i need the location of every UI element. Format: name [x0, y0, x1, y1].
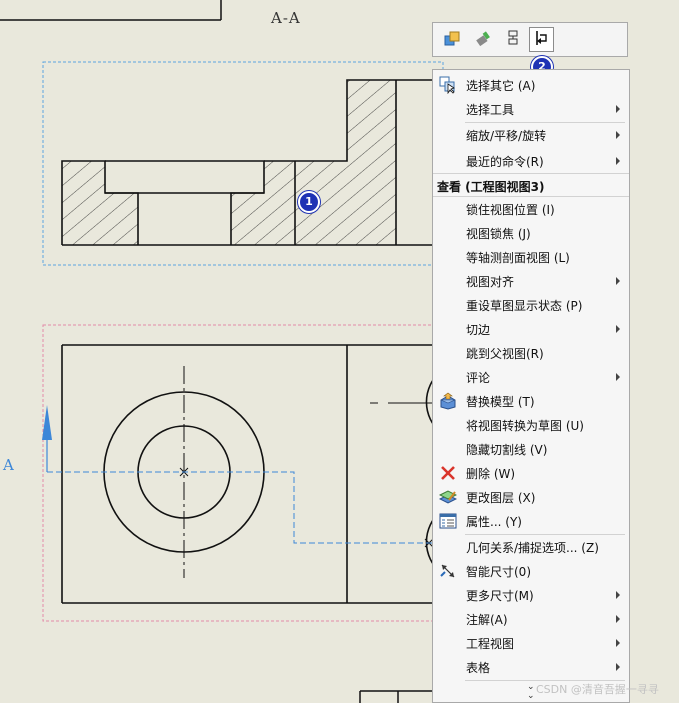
- menu-item-replace-model[interactable]: 替换模型 (T): [433, 389, 629, 413]
- view-align-icon: [504, 29, 522, 51]
- change-layer-icon: [438, 487, 458, 507]
- delete-icon: [438, 463, 458, 483]
- menu-item-relations-snap-options[interactable]: 几何关系/捕捉选项... (Z): [433, 535, 629, 559]
- section-view-title: A-A: [271, 9, 301, 27]
- menu-item-tangent-edge[interactable]: 切边: [433, 317, 629, 341]
- menu-item-more-dimensions[interactable]: 更多尺寸(M): [433, 583, 629, 607]
- menu-item-label: 重设草图显示状态 (P): [466, 298, 583, 313]
- menu-item-label: 删除 (W): [466, 466, 516, 481]
- toolbar-button-flip-view[interactable]: [529, 27, 554, 52]
- menu-item-convert-view-to-sketch[interactable]: 将视图转换为草图 (U): [433, 413, 629, 437]
- menu-item-label: 替换模型 (T): [466, 394, 535, 409]
- menu-item-label: 属性... (Y): [466, 514, 522, 529]
- menu-item-view-lock-focus[interactable]: 视图锁焦 (J): [433, 221, 629, 245]
- menu-item-lock-view-position[interactable]: 锁住视图位置 (I): [433, 197, 629, 221]
- watermark: CSDN @清音吾握一寻寻: [536, 683, 659, 696]
- submenu-arrow-icon: [616, 591, 620, 599]
- menu-item-label: 视图对齐: [466, 274, 515, 289]
- menu-separator: [433, 173, 629, 174]
- smart-dimension-icon: [438, 561, 458, 581]
- menu-section-header: 查看 (工程图视图3): [437, 180, 545, 194]
- menu-item-label: 将视图转换为草图 (U): [466, 418, 584, 433]
- callout-badge-1: 1: [298, 191, 320, 213]
- menu-item-label: 智能尺寸(0): [466, 564, 531, 579]
- submenu-arrow-icon: [616, 105, 620, 113]
- menu-item-label: 跳到父视图(R): [466, 346, 544, 361]
- menu-item-label: 等轴测剖面视图 (L): [466, 250, 570, 265]
- top-view-boundary[interactable]: [42, 324, 444, 622]
- menu-item-recent-commands[interactable]: 最近的命令(R): [433, 149, 629, 173]
- menu-item-label: 工程视图: [466, 636, 515, 651]
- submenu-arrow-icon: [616, 615, 620, 623]
- menu-item-tables[interactable]: 表格: [433, 655, 629, 679]
- rebuild-icon: [474, 29, 492, 51]
- cutting-line-label: A: [3, 456, 14, 474]
- menu-item-label: 更改图层 (X): [466, 490, 536, 505]
- menu-item-select-tools[interactable]: 选择工具: [433, 97, 629, 121]
- submenu-arrow-icon: [616, 157, 620, 165]
- submenu-arrow-icon: [616, 373, 620, 381]
- menu-item-label: 选择其它 (A): [466, 78, 536, 93]
- menu-item-delete[interactable]: 删除 (W): [433, 461, 629, 485]
- context-menu: 选择其它 (A) 选择工具 缩放/平移/旋转 最近的命令(R) 查看 (工程图视…: [432, 69, 630, 703]
- menu-item-label: 缩放/平移/旋转: [466, 128, 547, 143]
- menu-item-label: 隐藏切割线 (V): [466, 442, 548, 457]
- menu-item-label: 选择工具: [466, 102, 515, 117]
- replace-model-icon: [438, 391, 458, 411]
- context-toolbar: [432, 22, 628, 57]
- title-block-fragment: [0, 0, 222, 21]
- submenu-arrow-icon: [616, 131, 620, 139]
- flip-view-direction-icon: [533, 29, 551, 51]
- select-other-tool-icon: [443, 29, 461, 51]
- menu-item-label: 更多尺寸(M): [466, 588, 534, 603]
- expand-menu-chevron-icon[interactable]: ⌄ ⌄: [527, 683, 535, 701]
- menu-item-hide-cutting-line[interactable]: 隐藏切割线 (V): [433, 437, 629, 461]
- menu-item-label: 最近的命令(R): [466, 154, 544, 169]
- submenu-arrow-icon: [616, 277, 620, 285]
- menu-item-reset-sketch-display[interactable]: 重设草图显示状态 (P): [433, 293, 629, 317]
- menu-item-label: 注解(A): [466, 612, 508, 627]
- menu-item-label: 视图锁焦 (J): [466, 226, 531, 241]
- menu-item-annotations[interactable]: 注解(A): [433, 607, 629, 631]
- menu-item-smart-dimension[interactable]: 智能尺寸(0): [433, 559, 629, 583]
- section-view-a-a[interactable]: [61, 79, 440, 246]
- top-view[interactable]: [61, 344, 441, 604]
- submenu-arrow-icon: [616, 325, 620, 333]
- toolbar-button-rebuild[interactable]: [470, 27, 495, 52]
- cutting-line-a[interactable]: [42, 405, 440, 544]
- menu-item-isometric-section-view[interactable]: 等轴测剖面视图 (L): [433, 245, 629, 269]
- select-other-icon: [438, 75, 458, 95]
- menu-item-drawing-views[interactable]: 工程视图: [433, 631, 629, 655]
- toolbar-button-select-other[interactable]: [439, 27, 464, 52]
- menu-item-label: 评论: [466, 370, 491, 385]
- next-view-fragment: [359, 690, 440, 703]
- menu-item-label: 几何关系/捕捉选项... (Z): [466, 540, 599, 555]
- menu-item-jump-to-parent-view[interactable]: 跳到父视图(R): [433, 341, 629, 365]
- submenu-arrow-icon: [616, 639, 620, 647]
- menu-item-select-other[interactable]: 选择其它 (A): [433, 73, 629, 97]
- menu-item-label: 锁住视图位置 (I): [466, 202, 555, 217]
- menu-item-zoom-pan-rotate[interactable]: 缩放/平移/旋转: [433, 123, 629, 147]
- menu-item-label: 表格: [466, 660, 491, 675]
- menu-item-change-layer[interactable]: 更改图层 (X): [433, 485, 629, 509]
- menu-item-comment[interactable]: 评论: [433, 365, 629, 389]
- properties-icon: [438, 511, 458, 531]
- menu-item-label: 切边: [466, 322, 491, 337]
- submenu-arrow-icon: [616, 663, 620, 671]
- menu-item-view-alignment[interactable]: 视图对齐: [433, 269, 629, 293]
- menu-item-properties[interactable]: 属性... (Y): [433, 509, 629, 533]
- toolbar-button-view-align[interactable]: [500, 27, 525, 52]
